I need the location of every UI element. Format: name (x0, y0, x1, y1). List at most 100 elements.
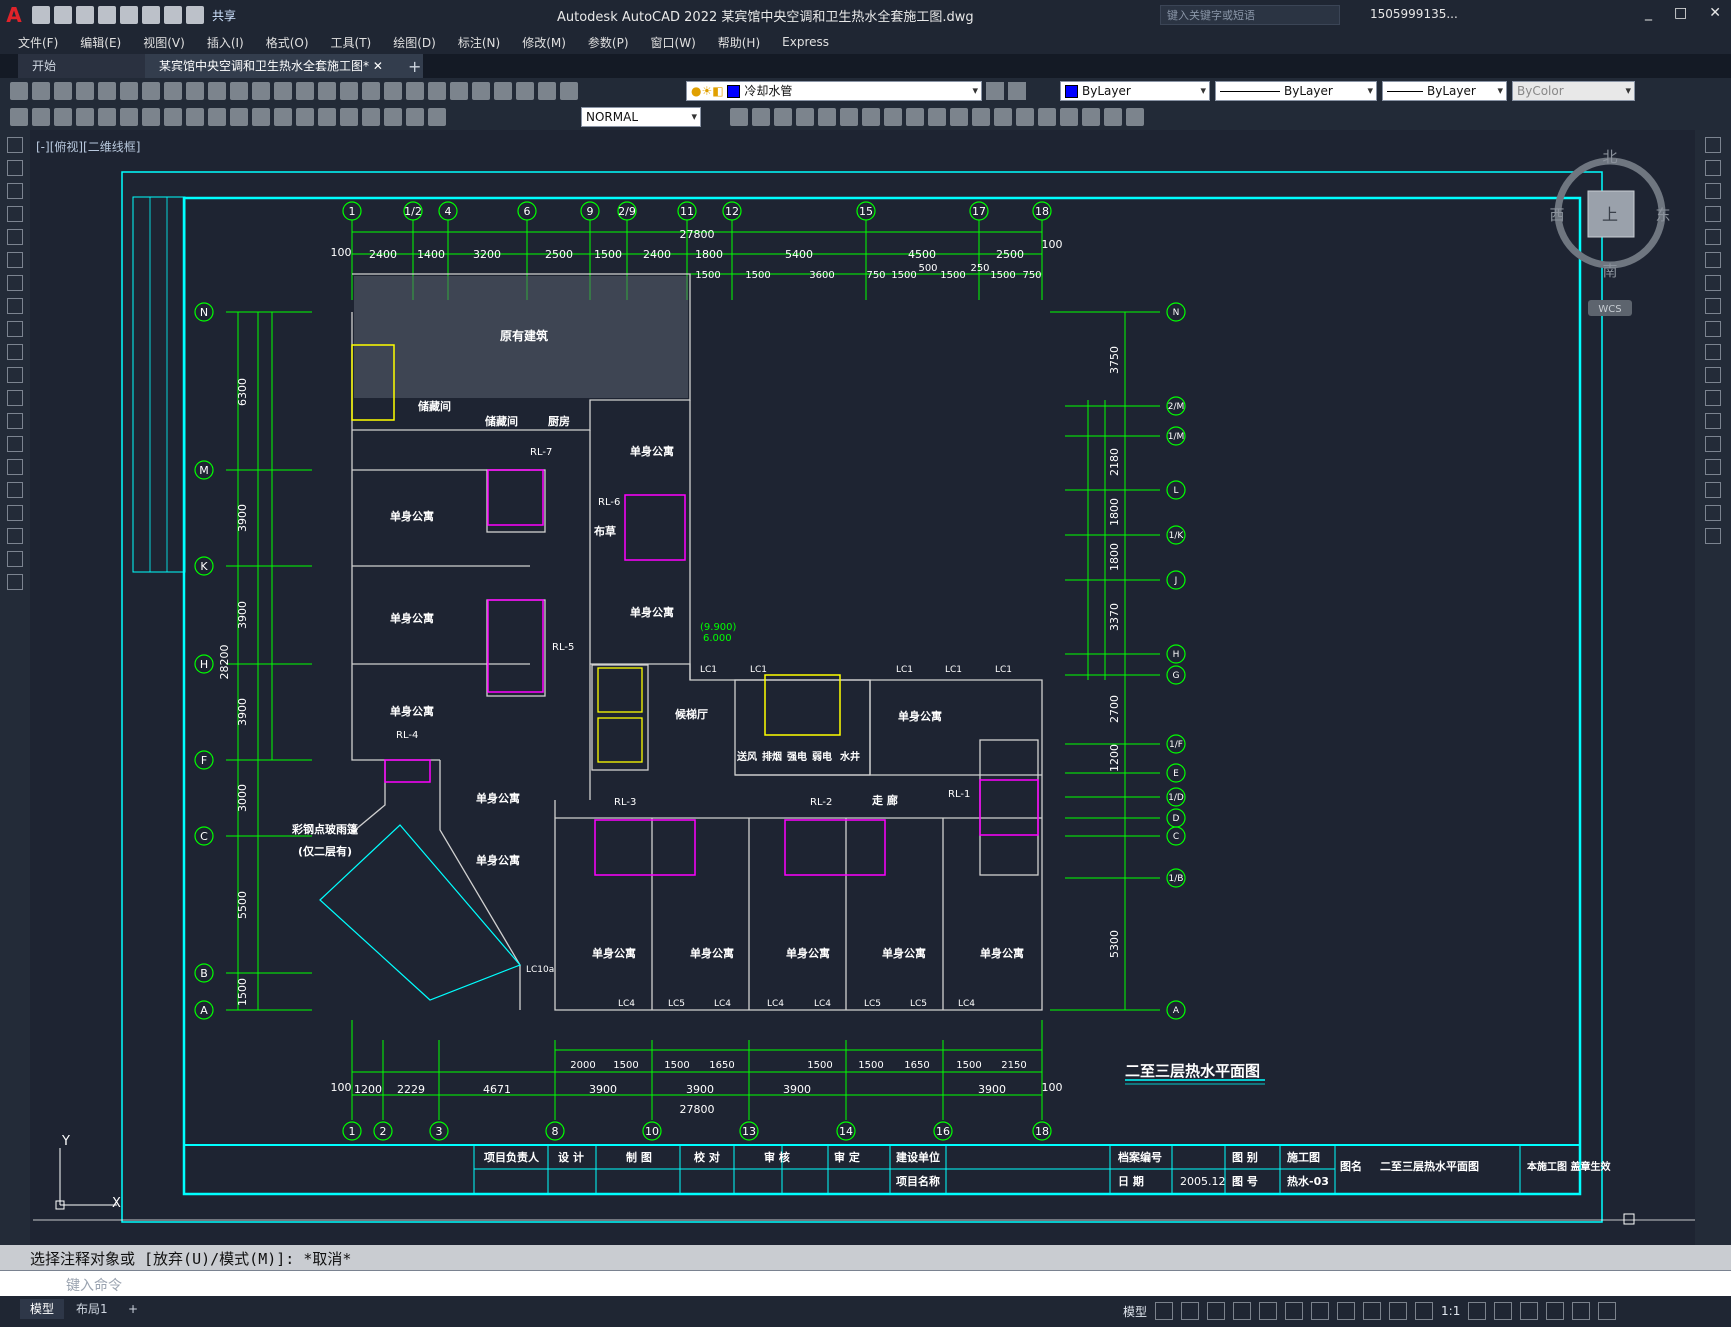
customize-icon[interactable] (1598, 1302, 1617, 1320)
axis-label: 1/2 (404, 205, 422, 218)
dim-text: 1500 (807, 1060, 832, 1071)
object-snap-icon[interactable] (1311, 1302, 1330, 1320)
dim-text: 750 (866, 270, 885, 281)
axis-label: 11 (680, 205, 694, 218)
tb-unit: 建设单位 (896, 1150, 940, 1164)
window-tag: LC4 (958, 999, 975, 1009)
command-input[interactable]: 键入命令 (66, 1275, 122, 1295)
dim-text: 3370 (1108, 603, 1121, 631)
plus-icon[interactable] (1494, 1302, 1513, 1320)
drawing-canvas[interactable]: 1 1/2 4 6 9 2/9 11 12 15 17 18 1 2 3 8 1… (0, 0, 1731, 1245)
axis-label: 10 (645, 1125, 659, 1138)
model-space-label[interactable]: 模型 (1123, 1303, 1147, 1320)
dim-text: 3900 (783, 1083, 811, 1096)
level-text: (9.900) (700, 622, 737, 633)
compass-east[interactable]: 东 (1655, 206, 1670, 224)
room-label: 单身公寓 (898, 709, 942, 723)
dim-text: 2500 (996, 248, 1024, 261)
tb-no-value: 热水-03 (1287, 1174, 1329, 1188)
shaft-label: 送风 (736, 750, 757, 763)
axis-label: 6 (524, 205, 531, 218)
dim-text: 2700 (1108, 695, 1121, 723)
window-tag: LC5 (668, 999, 685, 1009)
clean-screen-icon[interactable] (1572, 1302, 1591, 1320)
axis-label: 1/D (1168, 793, 1184, 803)
dim-text: 100 (331, 246, 352, 259)
tab-model[interactable]: 模型 (20, 1299, 65, 1319)
tb-header: 项目负责人 (484, 1150, 540, 1164)
compass-west[interactable]: 西 (1549, 206, 1565, 224)
ortho-icon[interactable] (1207, 1302, 1226, 1320)
dim-text: 4671 (483, 1083, 511, 1096)
axis-label: 1/F (1169, 740, 1183, 750)
add-layout-button[interactable]: + (118, 1299, 148, 1319)
lineweight-icon[interactable] (1337, 1302, 1356, 1320)
dim-text: 2229 (397, 1083, 425, 1096)
dim-text: 3900 (589, 1083, 617, 1096)
annotation-scale-icon[interactable] (1415, 1302, 1434, 1320)
tb-no-label: 图 号 (1232, 1175, 1258, 1188)
viewcube[interactable]: 上 北 南 东 西 WCS (1549, 148, 1671, 323)
tb-name-label: 图名 (1340, 1159, 1362, 1173)
window-tag: LC10a (526, 965, 554, 975)
dim-text: 100 (331, 1081, 352, 1094)
workspace-gear-icon[interactable] (1468, 1302, 1487, 1320)
compass-north[interactable]: 北 (1602, 148, 1617, 166)
axis-label: H (200, 658, 208, 671)
dim-text: 1200 (354, 1083, 382, 1096)
axis-label: 1/M (1168, 432, 1185, 442)
isolate-icon[interactable] (1520, 1302, 1539, 1320)
axis-label: 12 (725, 205, 739, 218)
canopy-label: 彩钢点玻雨篷 (291, 822, 359, 836)
polar-icon[interactable] (1233, 1302, 1252, 1320)
dim-text: 2000 (570, 1060, 595, 1071)
dim-text: 3750 (1108, 346, 1121, 374)
side-stamp (132, 196, 186, 573)
snap-icon[interactable] (1181, 1302, 1200, 1320)
dim-text: 3900 (236, 601, 249, 629)
axis-label: 3 (436, 1125, 443, 1138)
room-label: 单身公寓 (630, 444, 674, 458)
dim-text: 3900 (978, 1083, 1006, 1096)
grid-icon[interactable] (1155, 1302, 1174, 1320)
room-label: 单身公寓 (476, 853, 520, 867)
axis-label: 16 (936, 1125, 950, 1138)
hardware-accel-icon[interactable] (1546, 1302, 1565, 1320)
window-tag: LC4 (767, 999, 784, 1009)
tb-date-value: 2005.12 (1180, 1175, 1226, 1188)
command-line[interactable]: 键入命令 (0, 1270, 1731, 1297)
dim-total-bottom: 27800 (680, 1103, 715, 1116)
axis-label: 15 (859, 205, 873, 218)
tb-date-label: 日 期 (1118, 1174, 1144, 1188)
dim-text: 1800 (1108, 498, 1121, 526)
riser-label: RL-6 (598, 497, 620, 508)
isodraft-icon[interactable] (1259, 1302, 1278, 1320)
command-history: 选择注释对象或 [放弃(U)/模式(M)]: *取消* (0, 1245, 1731, 1270)
room-labels: 原有建筑 储藏间 储藏间 厨房 单身公寓 单身公寓 单身公寓 单身公寓 单身公寓… (291, 328, 1024, 960)
compass-south[interactable]: 南 (1602, 262, 1617, 280)
room-label: 候梯厅 (675, 707, 708, 721)
tb-header: 审 定 (834, 1150, 860, 1164)
riser-label: RL-2 (810, 797, 832, 808)
dim-text: 1500 (613, 1060, 638, 1071)
annotation-visibility-icon[interactable] (1363, 1302, 1382, 1320)
room-label: 单身公寓 (882, 946, 926, 960)
window-tag: LC4 (814, 999, 831, 1009)
dim-text: 5400 (785, 248, 813, 261)
window-tag: LC1 (995, 665, 1012, 675)
dim-text: 4500 (908, 248, 936, 261)
axis-label: 13 (742, 1125, 756, 1138)
shaft-label: 强电 (787, 750, 807, 763)
tb-header: 设 计 (558, 1150, 584, 1164)
axis-label: 4 (445, 205, 452, 218)
ucs-icon (55, 1148, 117, 1210)
scale-value[interactable]: 1:1 (1441, 1304, 1460, 1318)
object-snap-tracking-icon[interactable] (1285, 1302, 1304, 1320)
window-tag: LC4 (714, 999, 731, 1009)
tab-layout1[interactable]: 布局1 (66, 1299, 118, 1319)
auto-scale-icon[interactable] (1389, 1302, 1408, 1320)
riser-label: RL-4 (396, 730, 418, 741)
status-bar: 模型 布局1 + 模型 1:1 (0, 1296, 1731, 1327)
axis-label: A (1173, 1006, 1180, 1016)
room-label: 储藏间 (485, 414, 518, 428)
